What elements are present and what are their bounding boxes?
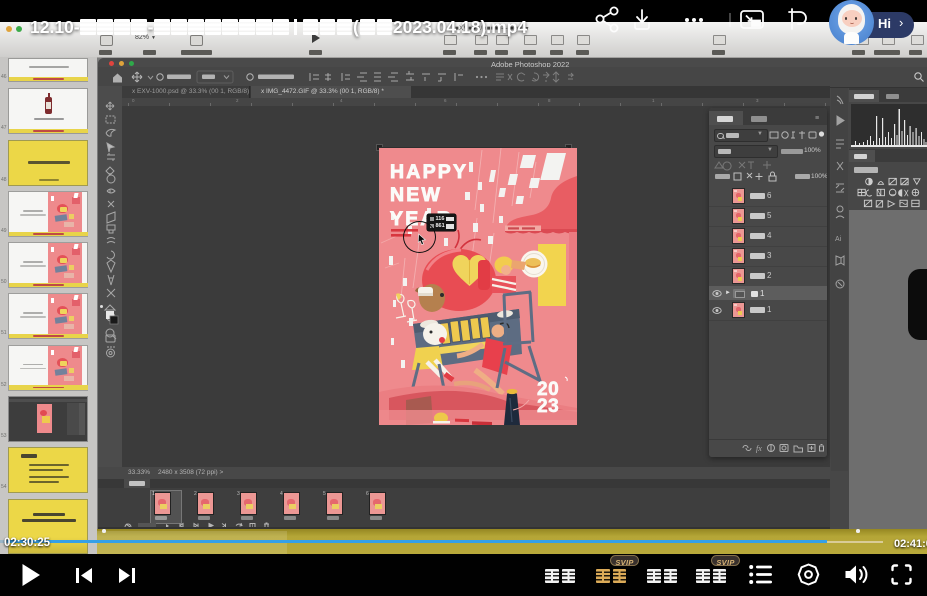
svg-text:fx: fx [756, 444, 762, 453]
svg-text:23: 23 [537, 396, 559, 417]
svg-text:HAPPY: HAPPY [390, 161, 468, 183]
svg-text:Ai: Ai [835, 236, 842, 243]
svg-text:NEW: NEW [390, 184, 442, 206]
